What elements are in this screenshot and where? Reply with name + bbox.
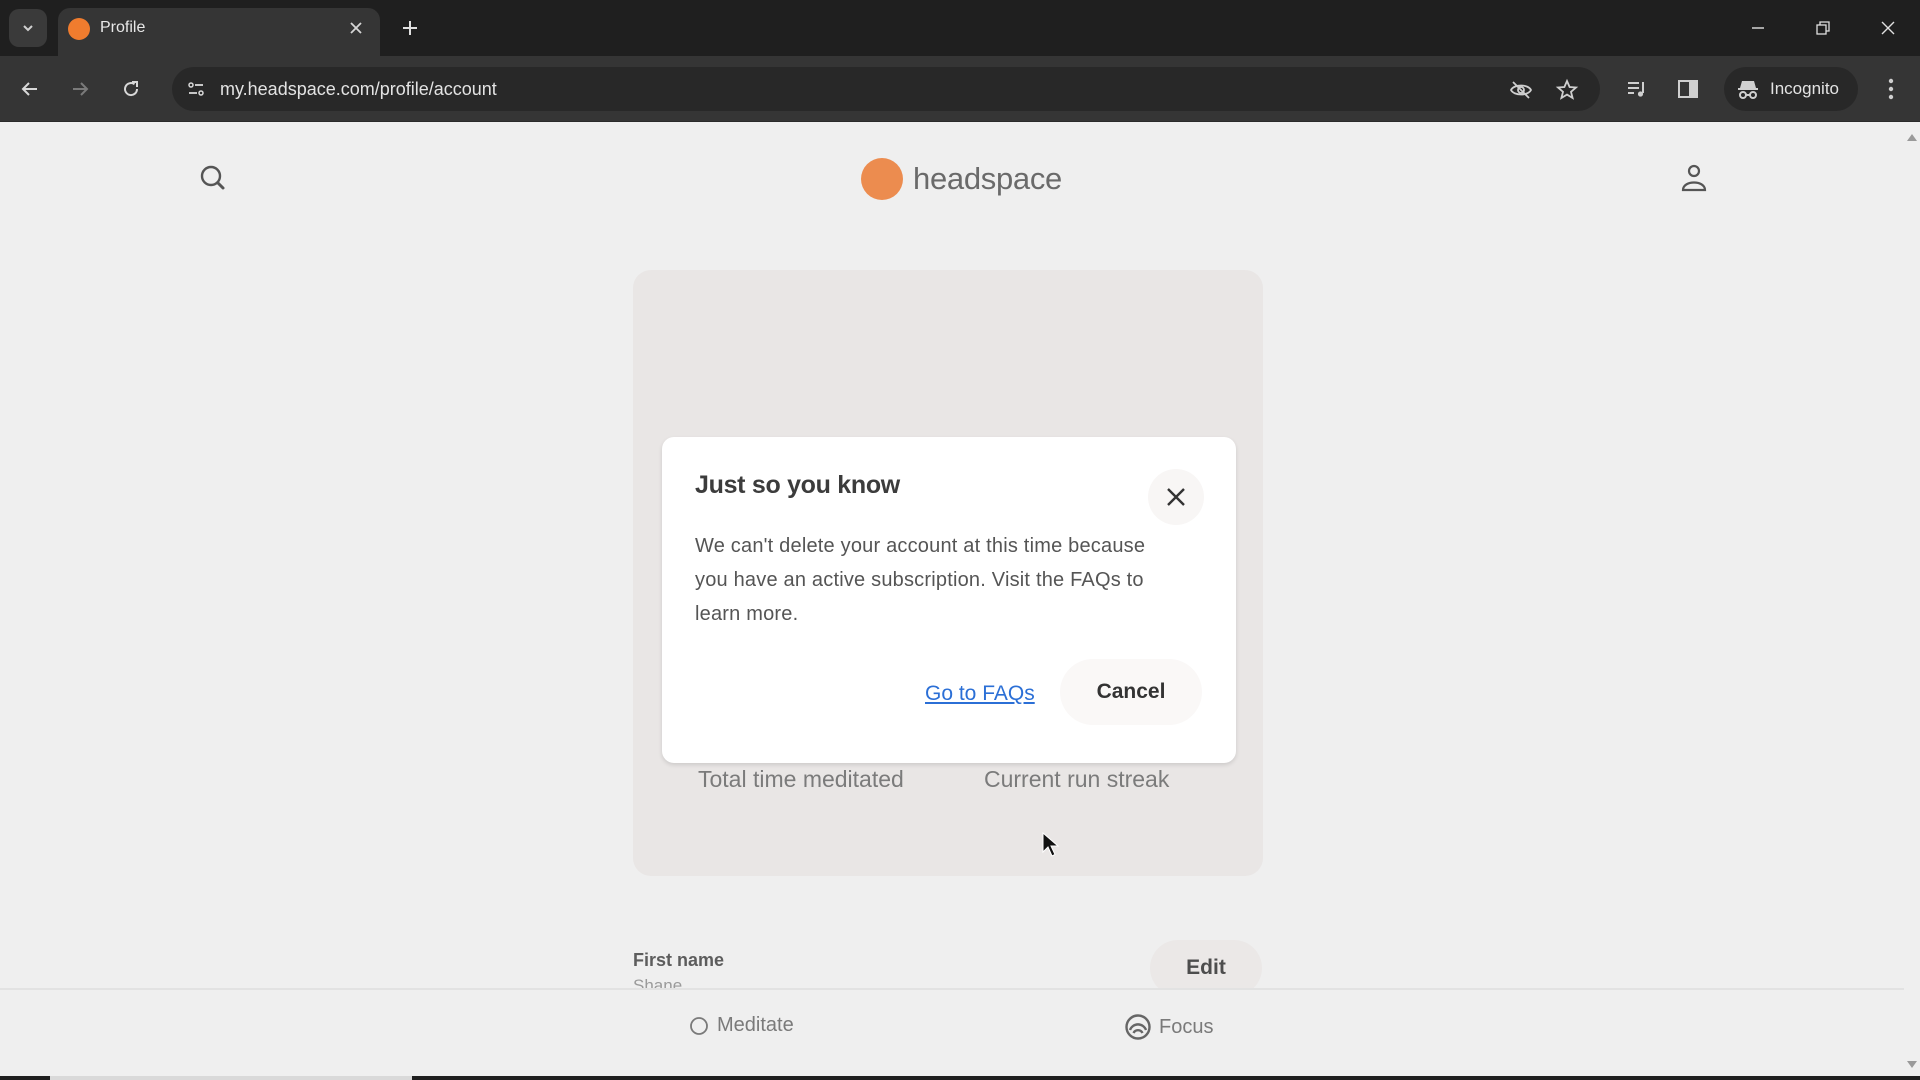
user-icon	[1681, 164, 1707, 192]
site-info-button[interactable]	[180, 73, 212, 105]
minimize-button[interactable]	[1738, 10, 1778, 46]
minimize-icon	[1752, 27, 1764, 29]
dialog-message: We can't delete your account at this tim…	[695, 535, 1146, 625]
nav-focus-label: Focus	[1159, 1015, 1214, 1038]
mouse-cursor-icon	[1042, 832, 1060, 857]
browser-toolbar: my.headspace.com/profile/account Incogni…	[0, 56, 1920, 122]
search-icon	[200, 165, 225, 190]
close-icon	[1167, 488, 1185, 506]
headspace-logo[interactable]: headspace	[861, 158, 1062, 200]
nav-focus[interactable]: Focus	[1125, 1014, 1213, 1040]
plus-icon	[403, 21, 417, 35]
queue-music-icon	[1628, 82, 1644, 97]
tab-search-button[interactable]	[9, 9, 47, 47]
scroll-down-button[interactable]	[1907, 1060, 1917, 1070]
first-name-label: First name	[633, 950, 725, 970]
bookmark-button[interactable]	[1554, 77, 1580, 103]
vertical-scrollbar[interactable]	[1904, 122, 1920, 1080]
close-icon	[1881, 21, 1895, 35]
search-button[interactable]	[195, 160, 231, 196]
tab-close-button[interactable]	[344, 16, 368, 40]
focus-icon	[1125, 1014, 1151, 1040]
close-window-button[interactable]	[1868, 10, 1908, 46]
incognito-indicator[interactable]: Incognito	[1724, 67, 1858, 111]
arrow-right-icon	[73, 82, 89, 96]
logo-dot-icon	[861, 158, 903, 200]
logo-text: headspace	[913, 161, 1062, 196]
incognito-icon	[1738, 81, 1758, 99]
media-controls-button[interactable]	[1622, 74, 1652, 104]
stat-run-streak-label: Current run streak	[984, 766, 1170, 792]
delete-account-dialog: Just so you know We can't delete your ac…	[662, 437, 1236, 763]
arrow-left-icon	[21, 82, 37, 96]
stat-total-time-label: Total time meditated	[698, 766, 904, 792]
chevron-down-icon	[23, 25, 33, 32]
reload-button[interactable]	[114, 72, 148, 106]
go-to-faqs-link[interactable]: Go to FAQs	[925, 682, 1035, 706]
scroll-up-button[interactable]	[1907, 132, 1917, 142]
nav-meditate[interactable]: Meditate	[689, 1014, 794, 1037]
browser-menu-button[interactable]	[1876, 74, 1906, 104]
browser-tab-bar: Profile	[0, 0, 1920, 56]
incognito-label: Incognito	[1770, 79, 1839, 98]
url-text[interactable]: my.headspace.com/profile/account	[220, 79, 497, 100]
horizontal-scroll-thumb[interactable]	[50, 1076, 412, 1080]
more-vertical-icon	[1888, 78, 1894, 100]
tab-profile[interactable]: Profile	[58, 8, 380, 56]
new-tab-button[interactable]	[396, 14, 424, 42]
triangle-down-icon	[1907, 1061, 1917, 1068]
restore-icon	[1816, 21, 1830, 35]
eye-off-icon	[1509, 81, 1533, 99]
profile-button[interactable]	[1676, 160, 1712, 196]
tune-icon	[188, 82, 204, 96]
page-content: headspace Total time meditated Current r…	[0, 122, 1904, 1080]
reload-icon	[124, 81, 139, 97]
restore-button[interactable]	[1803, 10, 1843, 46]
dialog-close-button[interactable]	[1148, 469, 1204, 525]
horizontal-scrollbar[interactable]	[0, 1076, 1920, 1080]
forward-button[interactable]	[63, 72, 97, 106]
tracking-protection-button[interactable]	[1508, 77, 1534, 103]
triangle-up-icon	[1907, 134, 1917, 141]
star-icon	[1555, 78, 1579, 100]
headspace-favicon-icon	[68, 18, 90, 40]
circle-icon	[690, 1016, 708, 1035]
side-panel-icon	[1678, 80, 1698, 98]
back-button[interactable]	[13, 72, 47, 106]
address-bar[interactable]: my.headspace.com/profile/account	[172, 67, 1600, 111]
dialog-title: Just so you know	[695, 471, 900, 499]
nav-meditate-label: Meditate	[717, 1014, 794, 1036]
cancel-button[interactable]: Cancel	[1060, 659, 1202, 725]
tab-title: Profile	[100, 19, 146, 36]
side-panel-button[interactable]	[1673, 74, 1703, 104]
bottom-navigation: Meditate Focus	[0, 988, 1904, 1080]
close-icon	[350, 22, 362, 34]
